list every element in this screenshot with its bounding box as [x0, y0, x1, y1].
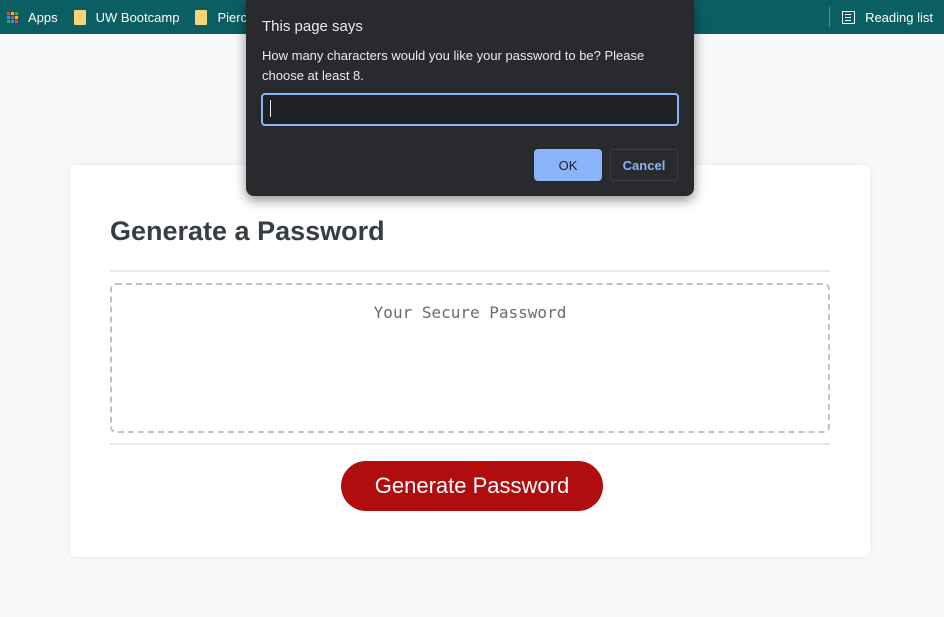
- folder-icon: [195, 9, 208, 25]
- bookmark-apps[interactable]: Apps: [0, 0, 66, 34]
- apps-dot: [11, 19, 14, 23]
- bookmark-label: UW Bootcamp: [95, 9, 180, 25]
- reading-list-button[interactable]: Reading list: [842, 0, 944, 34]
- bookmarks-divider: [829, 7, 831, 27]
- apps-dot: [7, 15, 10, 19]
- password-generator-card: Generate a Password Generate Password: [70, 165, 870, 557]
- apps-dot: [7, 19, 10, 23]
- apps-dot: [15, 11, 18, 15]
- password-textarea[interactable]: [112, 285, 828, 431]
- reading-list-label: Reading list: [865, 9, 933, 25]
- divider-bottom: [110, 443, 830, 445]
- reading-list-area: Reading list: [829, 0, 944, 34]
- dialog-message: How many characters would you like your …: [262, 48, 645, 83]
- page-title: Generate a Password: [110, 216, 385, 246]
- apps-dot: [15, 19, 18, 23]
- prompt-input[interactable]: [261, 93, 679, 126]
- divider-top: [110, 270, 830, 272]
- folder-icon: [73, 9, 86, 25]
- apps-dot: [7, 11, 10, 15]
- reading-list-icon: [842, 10, 856, 24]
- text-caret: [270, 100, 271, 117]
- apps-grid-icon: [7, 11, 18, 23]
- apps-dot: [15, 15, 18, 19]
- dialog-title: This page says: [262, 18, 363, 35]
- password-output[interactable]: [110, 283, 830, 433]
- apps-dot: [11, 11, 14, 15]
- cancel-button[interactable]: Cancel: [610, 149, 678, 181]
- ok-button[interactable]: OK: [534, 149, 602, 181]
- generate-password-button[interactable]: Generate Password: [341, 461, 603, 511]
- bookmark-uw-bootcamp[interactable]: UW Bootcamp: [66, 0, 188, 34]
- prompt-dialog: This page says How many characters would…: [246, 0, 694, 196]
- apps-dot: [11, 15, 14, 19]
- bookmark-apps-label: Apps: [28, 9, 58, 25]
